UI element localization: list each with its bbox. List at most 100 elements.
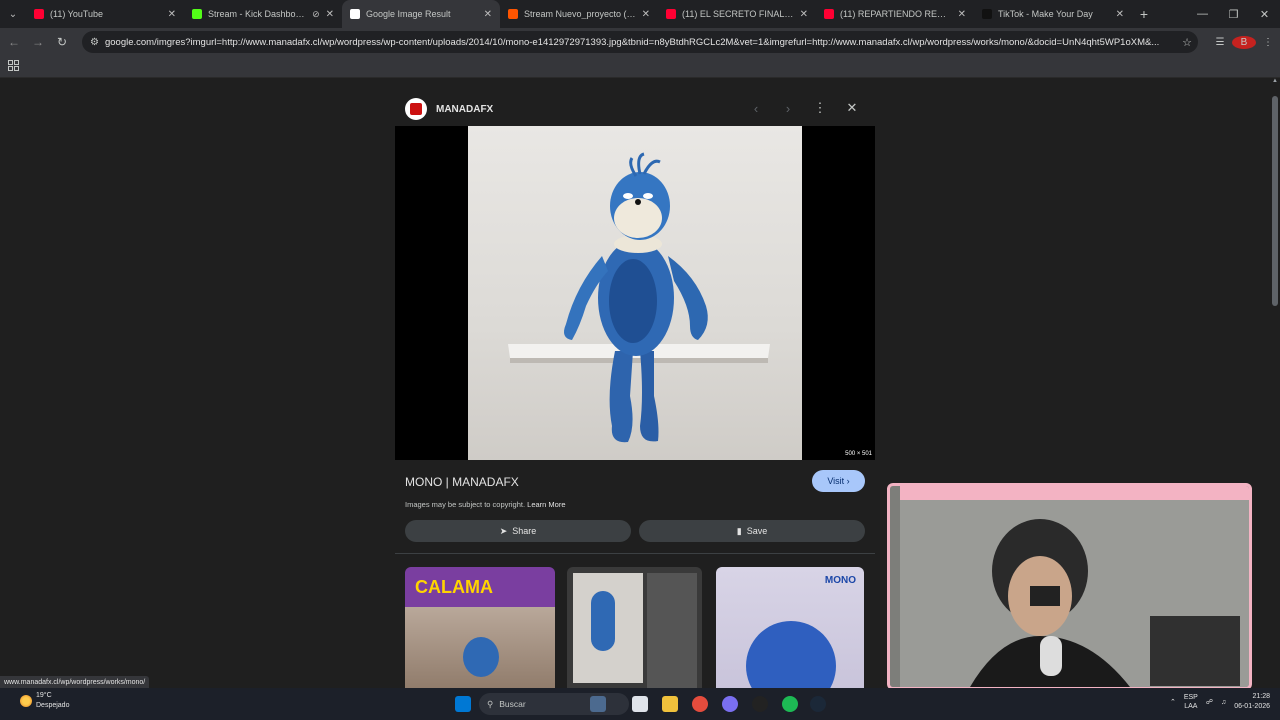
tab-6[interactable]: (11) REPARTIENDO REGALOS A ✕ [816,0,974,28]
spotify-icon[interactable] [782,696,798,712]
browser-toolbar: ← → ↻ ⚙ google.com/imgres?imgurl=http://… [0,28,1280,56]
image-dimensions: 500 × 501 [845,451,872,457]
maximize-icon[interactable]: ❐ [1218,0,1249,28]
close-tab-icon[interactable]: ✕ [484,9,492,20]
address-bar[interactable]: ⚙ google.com/imgres?imgurl=http://www.ma… [82,31,1198,53]
more-options-icon[interactable]: ⋮ [811,100,829,116]
muted-speaker-icon[interactable]: ⊘ [312,9,320,20]
related-image-1[interactable]: CALAMA [405,567,555,698]
network-icon[interactable]: ☍ [1206,698,1213,706]
bookmark-icon: ▮ [736,525,742,536]
weather-sun-icon [20,695,32,707]
bookmark-star-icon[interactable]: ☆ [1176,36,1198,49]
youtube-icon [34,9,44,19]
reading-list-icon[interactable]: ☰ [1208,37,1232,48]
weather-temp: 19°C [36,692,52,699]
apps-grid-icon[interactable] [8,60,19,71]
profile-avatar[interactable]: B [1232,35,1256,49]
browser-menu-icon[interactable]: ⋮ [1256,37,1280,48]
start-icon[interactable] [455,696,471,712]
tab-7[interactable]: TikTok - Make Your Day ✕ [974,0,1132,28]
tab-2[interactable]: Stream - Kick Dashboard ⊘ ✕ [184,0,342,28]
share-icon: ➤ [499,525,508,536]
related-image-3[interactable]: MONO [716,567,864,698]
clock[interactable]: 21:28 06-01-2026 [1234,692,1270,712]
discord-icon[interactable] [722,696,738,712]
copilot-icon[interactable] [590,696,606,712]
bookmarks-bar [0,56,1280,78]
tab-label: Google Image Result [366,9,451,19]
tab-3[interactable]: Google Image Result ✕ [342,0,500,28]
minimize-icon[interactable]: — [1187,0,1218,28]
webcam-overlay [887,483,1252,690]
tab-strip: ⌄ (11) YouTube ✕ Stream - Kick Dashboard ⊘ ✕… [0,0,1280,28]
related-image-2[interactable] [567,567,702,698]
reload-icon[interactable]: ↻ [50,28,74,56]
tiktok-icon [982,9,992,19]
image-preview[interactable]: 500 × 501 [395,126,875,460]
chrome-icon[interactable] [692,696,708,712]
soundcloud-icon [508,9,518,19]
image-title[interactable]: MONO | MANADAFX [405,475,519,489]
google-icon [350,9,360,19]
divider [395,553,875,554]
mono-plush-photo [468,126,802,460]
site-info-icon[interactable]: ⚙ [90,37,99,48]
youtube-icon [666,9,676,19]
tab-label: Stream Nuevo_proyecto (3) by [524,9,636,19]
learn-more-link[interactable]: Learn More [527,500,565,509]
tab-label: (11) YouTube [50,9,104,19]
link-status-url: www.manadafx.cl/wp/wordpress/works/mono/ [0,676,150,688]
weather-desc: Despejado [36,702,70,709]
tab-label: Stream - Kick Dashboard [208,9,307,19]
tray-chevron-icon[interactable]: ⌃ [1170,698,1176,706]
language-indicator[interactable]: ESP LAA [1184,693,1198,711]
obs-icon[interactable] [752,696,768,712]
new-tab-button[interactable]: + [1132,0,1156,28]
scroll-up-icon[interactable]: ▲ [1270,78,1280,84]
tab-search-icon[interactable]: ⌄ [0,0,26,28]
forward-icon[interactable]: → [26,28,50,56]
close-tab-icon[interactable]: ✕ [958,9,966,20]
tab-1[interactable]: (11) YouTube ✕ [26,0,184,28]
close-tab-icon[interactable]: ✕ [800,9,808,20]
back-icon[interactable]: ← [2,28,26,56]
share-button[interactable]: ➤ Share [405,520,631,542]
search-icon: ⚲ [487,698,494,709]
tab-4[interactable]: Stream Nuevo_proyecto (3) by ✕ [500,0,658,28]
kick-icon [192,9,202,19]
image-detail-panel: MANADAFX ‹ › ⋮ ✕ 500 × 501 MONO | MANADA… [395,88,875,698]
close-panel-icon[interactable]: ✕ [843,100,861,116]
youtube-icon [824,9,834,19]
close-tab-icon[interactable]: ✕ [642,9,650,20]
volume-icon[interactable]: ♫ [1221,699,1226,706]
scrollbar-thumb[interactable] [1272,96,1278,306]
next-icon[interactable]: › [779,101,797,116]
source-row[interactable]: MANADAFX [405,98,493,120]
close-tab-icon[interactable]: ✕ [168,9,176,20]
page-scrollbar[interactable]: ▲ [1270,78,1280,688]
close-tab-icon[interactable]: ✕ [326,9,334,20]
previous-icon[interactable]: ‹ [747,101,765,116]
chevron-right-icon: › [846,476,850,486]
save-button[interactable]: ▮ Save [639,520,865,542]
tab-label: TikTok - Make Your Day [998,9,1093,19]
url-text[interactable]: google.com/imgres?imgurl=http://www.mana… [105,37,1176,48]
tab-label: (11) REPARTIENDO REGALOS A [840,9,952,19]
close-tab-icon[interactable]: ✕ [1116,9,1124,20]
close-window-icon[interactable]: ✕ [1249,0,1280,28]
tab-label: (11) EL SECRETO FINAL🍰 Cap [682,8,794,19]
copyright-notice: Images may be subject to copyright. Lear… [405,500,566,509]
file-explorer-icon[interactable] [662,696,678,712]
windows-taskbar: 19°C Despejado ⚲ Buscar ⌃ ESP LAA ☍ ♫ 21… [0,688,1280,720]
taskbar-search[interactable]: ⚲ Buscar [479,693,629,715]
source-logo-icon [405,98,427,120]
window-controls: — ❐ ✕ [1187,0,1280,28]
source-name: MANADAFX [436,103,494,115]
visit-button[interactable]: Visit › [812,470,865,492]
task-view-icon[interactable] [632,696,648,712]
steam-icon[interactable] [810,696,826,712]
system-tray: ⌃ ESP LAA ☍ ♫ 21:28 06-01-2026 [1170,692,1270,712]
weather-widget[interactable]: 19°C Despejado [20,691,69,711]
tab-5[interactable]: (11) EL SECRETO FINAL🍰 Cap ✕ [658,0,816,28]
